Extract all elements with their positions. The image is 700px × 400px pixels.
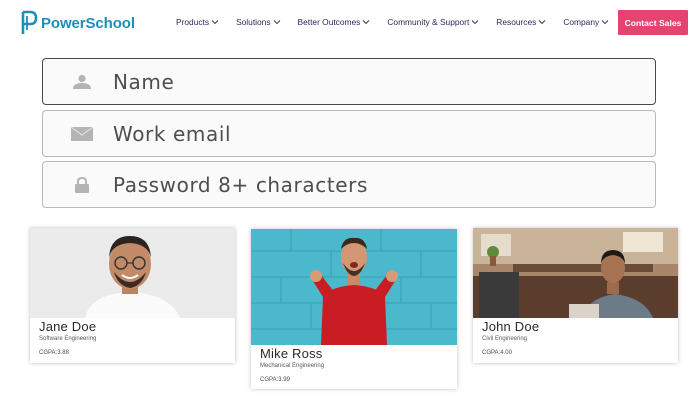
powerschool-logo[interactable]: PowerSchool [20, 10, 135, 36]
student-major: Mechanical Engineering [260, 363, 325, 369]
name-field[interactable]: Name [42, 58, 656, 105]
nav-label: Better Outcomes [297, 17, 361, 27]
site-header: PowerSchool Products Solutions Better Ou… [0, 0, 700, 46]
brand-name: PowerSchool [41, 14, 135, 32]
user-icon [70, 73, 94, 91]
student-card-mike-ross[interactable]: Mike Ross Mechanical Engineering CGPA:3.… [251, 229, 457, 389]
student-name: Mike Ross [260, 346, 323, 361]
chevron-down-icon [211, 20, 219, 25]
student-photo [30, 228, 235, 318]
student-name: John Doe [482, 319, 540, 334]
student-major: Software Engineering [39, 336, 97, 342]
chevron-down-icon [471, 20, 479, 25]
nav-products[interactable]: Products [176, 17, 219, 27]
chevron-down-icon [363, 20, 370, 25]
lock-icon [70, 176, 94, 194]
chevron-down-icon [601, 20, 609, 25]
student-photo [473, 228, 678, 318]
main-nav: Products Solutions Better Outcomes Commu… [176, 17, 626, 27]
nav-label: Products [176, 17, 210, 27]
nav-label: Resources [496, 17, 537, 27]
name-placeholder: Name [113, 69, 175, 94]
nav-resources[interactable]: Resources [496, 17, 546, 27]
student-major: Civil Engineering [482, 336, 528, 342]
work-email-placeholder: Work email [113, 121, 232, 146]
contact-sales-button[interactable]: Contact Sales [618, 10, 688, 35]
chevron-down-icon [273, 20, 280, 25]
password-placeholder: Password 8+ characters [113, 172, 369, 197]
password-field[interactable]: Password 8+ characters [42, 161, 656, 208]
student-name: Jane Doe [39, 319, 97, 334]
powerschool-logo-icon [21, 10, 38, 34]
nav-better-outcomes[interactable]: Better Outcomes [298, 17, 371, 27]
nav-label: Community & Support [387, 17, 470, 27]
student-gpa: CGPA:4.00 [482, 350, 512, 356]
student-card-john-doe[interactable]: John Doe Civil Engineering CGPA:4.00 [473, 228, 678, 363]
student-gpa: CGPA:3.88 [39, 350, 69, 356]
nav-label: Solutions [236, 17, 271, 27]
student-card-jane-doe[interactable]: Jane Doe Software Engineering CGPA:3.88 [30, 228, 235, 363]
chevron-down-icon [539, 20, 546, 25]
nav-company[interactable]: Company [563, 17, 609, 27]
nav-community-support[interactable]: Community & Support [387, 17, 479, 27]
student-gpa: CGPA:3.99 [260, 377, 290, 383]
nav-label: Company [563, 17, 600, 27]
nav-solutions[interactable]: Solutions [236, 17, 280, 27]
student-photo [251, 229, 457, 345]
envelope-icon [70, 125, 94, 143]
work-email-field[interactable]: Work email [42, 110, 656, 157]
